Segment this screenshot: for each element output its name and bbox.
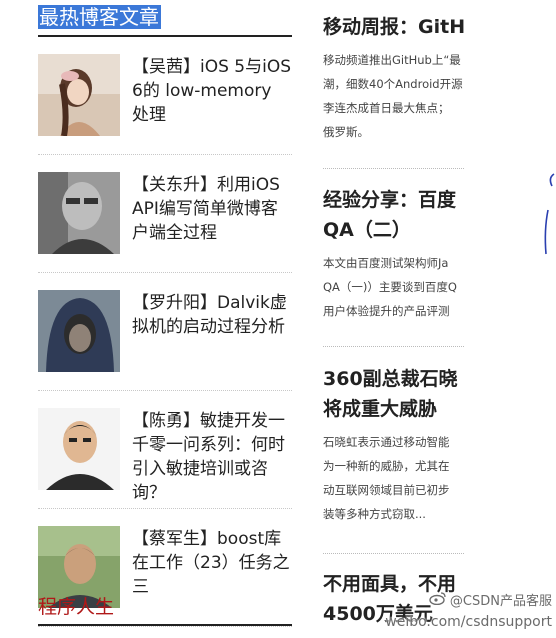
- news-summary-line: 本文由百度测试架构师Ja: [323, 256, 449, 270]
- hot-blog-sidebar: 最热博客文章 【吴茜】iOS 5与iOS 6的 low-memory 处理 【关…: [38, 0, 292, 627]
- hot-blog-section-title: 最热博客文章: [38, 3, 292, 31]
- blog-post-title-link[interactable]: 【关东升】利用iOS API编写简单微博客户端全过程: [132, 173, 292, 245]
- news-title-line[interactable]: 360副总裁石晓: [323, 364, 464, 394]
- news-item[interactable]: 移动周报：GitH 移动频道推出GitHub上“最 潮，细数40个Android…: [323, 12, 464, 144]
- hot-blog-title-text: 最热博客文章: [38, 5, 161, 29]
- annotation-mark: [544, 173, 555, 255]
- news-summary-line: 移动频道推出GitHub上“最: [323, 53, 461, 67]
- news-title-line[interactable]: QA（二）: [323, 215, 464, 245]
- news-summary: 石晓虹表示通过移动智能 为一种新的威胁，尤其在 动互联网领域目前已初步 装等多种…: [323, 430, 464, 526]
- author-photo[interactable]: [38, 172, 120, 254]
- news-summary-line: 用户体验提升的产品评测: [323, 304, 450, 318]
- blog-post-title-link[interactable]: 【罗升阳】Dalvik虚拟机的启动过程分析: [132, 291, 292, 339]
- news-item[interactable]: 经验分享：百度 QA（二） 本文由百度测试架构师Ja QA（一)）主要谈到百度Q…: [323, 185, 464, 323]
- news-title-link[interactable]: 经验分享：百度 QA（二）: [323, 185, 464, 245]
- weibo-watermark: @CSDN产品客服 weibo.com/csdnsupport: [385, 591, 552, 632]
- news-title-line[interactable]: 经验分享：百度: [323, 185, 464, 215]
- news-summary-line: 潮，细数40个Android开源: [323, 77, 463, 91]
- author-photo[interactable]: [38, 290, 120, 372]
- watermark-url: weibo.com/csdnsupport: [385, 614, 552, 630]
- news-item[interactable]: 360副总裁石晓 将成重大威胁 石晓虹表示通过移动智能 为一种新的威胁，尤其在 …: [323, 364, 464, 526]
- weibo-logo-icon: [429, 591, 447, 612]
- blog-post-item[interactable]: 【罗升阳】Dalvik虚拟机的启动过程分析: [38, 273, 292, 391]
- news-divider: [323, 553, 464, 554]
- news-summary-line: 石晓虹表示通过移动智能: [323, 435, 450, 449]
- watermark-account: @CSDN产品客服: [449, 593, 552, 609]
- news-summary-line: 俄罗斯。: [323, 125, 369, 139]
- section-divider: [38, 624, 292, 626]
- news-title-link[interactable]: 移动周报：GitH: [323, 12, 464, 42]
- author-photo[interactable]: [38, 408, 120, 490]
- news-summary-line: 李连杰成首日最大焦点；: [323, 101, 450, 115]
- blog-post-item[interactable]: 【关东升】利用iOS API编写简单微博客户端全过程: [38, 155, 292, 273]
- news-divider: [323, 346, 464, 347]
- news-title-link[interactable]: 360副总裁石晓 将成重大威胁: [323, 364, 464, 424]
- news-summary-line: 动互联网领域目前已初步: [323, 483, 450, 497]
- blog-post-title-link[interactable]: 【吴茜】iOS 5与iOS 6的 low-memory 处理: [132, 55, 292, 127]
- news-column: 移动周报：GitH 移动频道推出GitHub上“最 潮，细数40个Android…: [323, 0, 464, 638]
- news-summary: 本文由百度测试架构师Ja QA（一)）主要谈到百度Q 用户体验提升的产品评测: [323, 251, 464, 323]
- news-summary-line: QA（一)）主要谈到百度Q: [323, 280, 457, 294]
- watermark-line: @CSDN产品客服: [385, 591, 552, 612]
- section-title-program-life[interactable]: 程序人生: [38, 592, 114, 619]
- blog-post-item[interactable]: 【陈勇】敏捷开发一千零一问系列：何时引入敏捷培训或咨询？: [38, 391, 292, 509]
- author-photo[interactable]: [38, 54, 120, 136]
- news-summary-line: 装等多种方式窃取...: [323, 507, 426, 521]
- blog-post-title-link[interactable]: 【陈勇】敏捷开发一千零一问系列：何时引入敏捷培训或咨询？: [132, 409, 292, 505]
- news-summary-line: 为一种新的威胁，尤其在: [323, 459, 450, 473]
- news-divider: [323, 168, 464, 169]
- blog-post-title-link[interactable]: 【蔡军生】boost库在工作（23）任务之三: [132, 527, 292, 599]
- news-summary: 移动频道推出GitHub上“最 潮，细数40个Android开源 李连杰成首日最…: [323, 48, 464, 144]
- blog-post-item[interactable]: 【吴茜】iOS 5与iOS 6的 low-memory 处理: [38, 37, 292, 155]
- news-title-line[interactable]: 将成重大威胁: [323, 394, 464, 424]
